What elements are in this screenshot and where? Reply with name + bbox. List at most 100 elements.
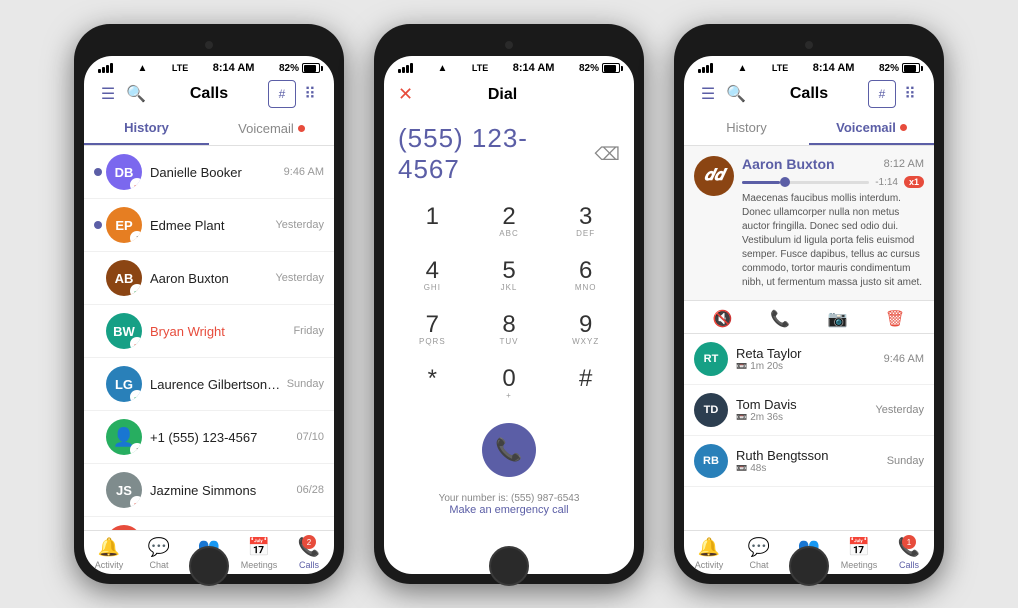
avatar-ruth: RB	[694, 444, 728, 478]
tab-voicemail-1[interactable]: Voicemail	[209, 112, 334, 145]
dial-call-button[interactable]: 📞	[482, 423, 536, 477]
tab-history-1[interactable]: History	[84, 112, 209, 145]
voicemail-time: 8:12 AM	[884, 158, 924, 170]
status-time: 8:14 AM	[513, 62, 555, 74]
app-header-3: ☰ 🔍 Calls # ⠿	[684, 76, 934, 112]
nav-calls-1[interactable]: 📞 Calls 2	[284, 537, 334, 570]
mute-button[interactable]: 🔇	[713, 309, 733, 329]
tab-voicemail-3[interactable]: Voicemail	[809, 112, 934, 145]
vm-list-name: Reta Taylor	[736, 346, 884, 361]
app-header-1: ☰ 🔍 Calls # ⠿	[84, 76, 334, 112]
call-item-edmee[interactable]: EP ↗ Edmee Plant Yesterday	[84, 199, 334, 252]
key-3[interactable]: 3DEF	[547, 195, 624, 249]
nav-chat-1[interactable]: 💬 Chat	[134, 537, 184, 570]
key-9[interactable]: 9WXYZ	[547, 303, 624, 357]
call-info-danielle: Danielle Booker	[150, 165, 280, 180]
nav-calls-3[interactable]: 📞 Calls 1	[884, 537, 934, 570]
voicemail-duration: -1:14	[875, 177, 898, 188]
vm-item-tom[interactable]: TD Tom Davis 📼 2m 36s Yesterday	[684, 385, 934, 436]
battery-pct: 82%	[879, 63, 899, 74]
home-button-1[interactable]	[189, 546, 229, 586]
dial-header: ✕ Dial	[384, 76, 634, 113]
search-button[interactable]: 🔍	[122, 80, 150, 108]
nav-activity-3[interactable]: 🔔 Activity	[684, 537, 734, 570]
wifi-icon: ▲	[437, 63, 447, 74]
nav-activity-1[interactable]: 🔔 Activity	[84, 537, 134, 570]
duration-row: 📼 48s	[736, 463, 887, 474]
call-item-number[interactable]: 👤 ↗ +1 (555) 123-4567 07/10	[84, 411, 334, 464]
chat-icon: 💬	[748, 537, 770, 558]
grid-button[interactable]: ⠿	[296, 80, 324, 108]
key-star[interactable]: *	[394, 357, 471, 411]
signal-icon	[698, 63, 713, 73]
key-hash[interactable]: #	[547, 357, 624, 411]
key-8[interactable]: 8TUV	[471, 303, 548, 357]
callback-button[interactable]: 📞	[770, 309, 790, 329]
avatar-danielle: DB ↙	[106, 154, 142, 190]
progress-fill	[742, 181, 780, 184]
spacer	[94, 274, 102, 282]
nav-chat-3[interactable]: 💬 Chat	[734, 537, 784, 570]
camera	[505, 41, 513, 49]
delete-button[interactable]: ⌫	[595, 144, 620, 165]
call-type-icon: ↙	[130, 390, 142, 402]
call-time: Friday	[293, 325, 324, 337]
key-1[interactable]: 1	[394, 195, 471, 249]
vm-item-reta[interactable]: RT Reta Taylor 📼 1m 20s 9:46 AM	[684, 334, 934, 385]
search-button-3[interactable]: 🔍	[722, 80, 750, 108]
nav-meetings-3[interactable]: 📅 Meetings	[834, 537, 884, 570]
vm-duration: 1m 20s	[750, 361, 783, 372]
progress-bar[interactable]	[742, 181, 869, 184]
key-0[interactable]: 0+	[471, 357, 548, 411]
tab-history-3[interactable]: History	[684, 112, 809, 145]
emergency-link[interactable]: Make an emergency call	[388, 504, 630, 516]
call-info-edmee: Edmee Plant	[150, 218, 271, 233]
call-type-icon: ↗	[130, 443, 142, 455]
wifi-icon: ▲	[137, 63, 147, 74]
dial-title: Dial	[413, 86, 592, 104]
call-time: 9:46 AM	[284, 166, 324, 178]
tag-button-3[interactable]: #	[868, 80, 896, 108]
nav-label: Activity	[695, 560, 724, 570]
call-item-laurence[interactable]: LG ↙ Laurence Gilbertson (3) Sunday	[84, 358, 334, 411]
vm-duration: 48s	[750, 463, 766, 474]
key-4[interactable]: 4GHI	[394, 249, 471, 303]
lte-icon: LTE	[472, 63, 488, 73]
grid-button-3[interactable]: ⠿	[896, 80, 924, 108]
home-button-3[interactable]	[789, 546, 829, 586]
tag-button[interactable]: #	[268, 80, 296, 108]
close-button[interactable]: ✕	[398, 84, 413, 105]
phone-2: ▲ LTE 8:14 AM 82% ✕ Dial (555) 123-4567 …	[374, 24, 644, 584]
avatar-jazmine: JS ↙	[106, 472, 142, 508]
key-6[interactable]: 6MNO	[547, 249, 624, 303]
duration-row: 📼 2m 36s	[736, 412, 875, 423]
spacer	[94, 327, 102, 335]
call-item-aaron[interactable]: AB ↙ Aaron Buxton Yesterday	[84, 252, 334, 305]
call-item-bryan[interactable]: BW ↙ Bryan Wright Friday	[84, 305, 334, 358]
voicemail-badge: x1	[904, 176, 924, 188]
vm-item-ruth[interactable]: RB Ruth Bengtsson 📼 48s Sunday	[684, 436, 934, 487]
duration-row: 📼 1m 20s	[736, 361, 884, 372]
call-item-danielle[interactable]: DB ↙ Danielle Booker 9:46 AM	[84, 146, 334, 199]
meetings-icon: 📅	[248, 537, 270, 558]
call-item-jazmine[interactable]: JS ↙ Jazmine Simmons 06/28	[84, 464, 334, 517]
avatar-bryan: BW ↙	[106, 313, 142, 349]
video-button[interactable]: 📷	[828, 309, 848, 329]
battery-icon	[602, 63, 620, 73]
call-type-icon: ↙	[130, 337, 142, 349]
key-5[interactable]: 5JKL	[471, 249, 548, 303]
delete-button-vm[interactable]: 🗑	[885, 309, 905, 329]
menu-button[interactable]: ☰	[94, 80, 122, 108]
home-button-2[interactable]	[489, 546, 529, 586]
vm-list-info: Tom Davis 📼 2m 36s	[736, 397, 875, 423]
call-time: Yesterday	[275, 219, 324, 231]
battery-icon	[902, 63, 920, 73]
nav-meetings-1[interactable]: 📅 Meetings	[234, 537, 284, 570]
call-item-erika[interactable]: EF ↗ Erika Fuller 06/27	[84, 517, 334, 530]
key-2[interactable]: 2ABC	[471, 195, 548, 249]
page-title-3: Calls	[750, 85, 868, 103]
menu-button-3[interactable]: ☰	[694, 80, 722, 108]
call-info-laurence: Laurence Gilbertson (3)	[150, 377, 283, 392]
voicemail-list: RT Reta Taylor 📼 1m 20s 9:46 AM TD Tom D…	[684, 334, 934, 530]
key-7[interactable]: 7PQRS	[394, 303, 471, 357]
